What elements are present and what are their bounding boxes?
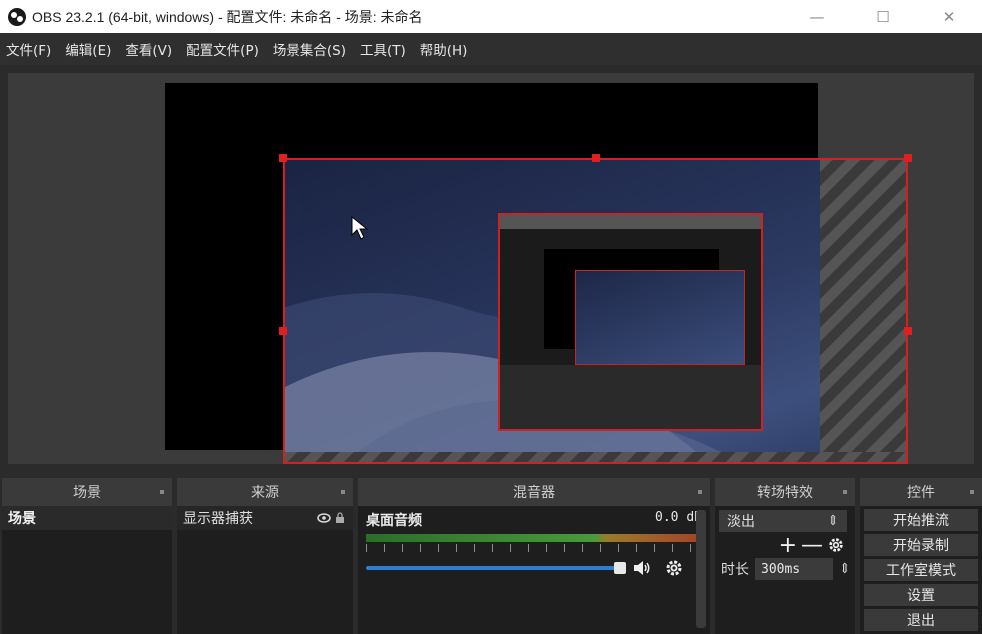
gear-icon[interactable]: [827, 536, 845, 554]
gear-icon[interactable]: [664, 558, 684, 578]
duration-label: 时长: [721, 562, 749, 578]
scenes-dock-header: 场景: [2, 478, 172, 506]
track-db-readout: 0.0 dB: [655, 510, 702, 525]
mixer-title: 混音器: [513, 485, 555, 501]
meter-scale: [366, 544, 702, 552]
chevron-updown-icon: ⇕: [827, 513, 839, 529]
scene-item[interactable]: 场景: [2, 506, 172, 530]
scenes-list[interactable]: 场景: [2, 506, 172, 634]
minus-icon[interactable]: —: [801, 533, 823, 558]
dock-float-icon[interactable]: [341, 490, 345, 494]
duration-row: 时长 300ms ⇕: [715, 558, 855, 580]
transition-select-value: 淡出: [727, 514, 755, 530]
title-bar: OBS 23.2.1 (64-bit, windows) - 配置文件: 未命名…: [0, 0, 982, 33]
studio-mode-button[interactable]: 工作室模式: [864, 559, 978, 581]
resize-handle-left[interactable]: [279, 327, 287, 335]
mixer-dock: 混音器 桌面音频 0.0 dB: [358, 478, 710, 634]
menu-profile[interactable]: 配置文件(P): [186, 39, 259, 59]
menu-tools[interactable]: 工具(T): [360, 39, 406, 59]
volume-slider[interactable]: [366, 562, 626, 574]
mixer-scrollbar[interactable]: [696, 510, 706, 628]
spin-icon[interactable]: ⇕: [839, 561, 851, 577]
track-name: 桌面音频: [366, 513, 422, 529]
transitions-title: 转场特效: [757, 485, 813, 501]
maximize-button[interactable]: ☐: [850, 0, 916, 33]
settings-button[interactable]: 设置: [864, 584, 978, 606]
start-streaming-button[interactable]: 开始推流: [864, 509, 978, 531]
resize-handle-top-left[interactable]: [279, 154, 287, 162]
transition-select[interactable]: 淡出 ⇕: [719, 510, 847, 532]
cursor-icon: [351, 215, 369, 240]
sources-list[interactable]: 显示器捕获: [177, 506, 353, 634]
transition-tools: + —: [715, 532, 855, 558]
track-header: 桌面音频 0.0 dB: [366, 510, 702, 530]
transitions-dock: 转场特效 淡出 ⇕ + — 时长 300ms ⇕: [715, 478, 855, 634]
controls-title: 控件: [907, 485, 935, 501]
dock-area: 场景 场景 来源 显示器捕获 混音器 桌面音频 0.0 dB 转场特效 淡出 ⇕…: [0, 478, 982, 634]
obs-logo-icon: [8, 7, 26, 26]
volume-slider-handle[interactable]: [614, 562, 626, 574]
scenes-title: 场景: [73, 485, 101, 501]
scenes-dock: 场景 场景: [2, 478, 172, 634]
source-item-actions: [317, 512, 345, 524]
speaker-icon[interactable]: [632, 558, 652, 578]
window-title: OBS 23.2.1 (64-bit, windows) - 配置文件: 未命名…: [32, 8, 423, 25]
dock-float-icon[interactable]: [698, 490, 702, 494]
controls-body: 开始推流 开始录制 工作室模式 设置 退出: [860, 509, 982, 634]
controls-dock-header: 控件: [860, 478, 982, 506]
fader-row: [366, 558, 702, 578]
dock-float-icon[interactable]: [843, 490, 847, 494]
window-controls: — ☐ ✕: [784, 0, 982, 33]
preview-area[interactable]: [8, 73, 974, 464]
transitions-body: 淡出 ⇕ + — 时长 300ms ⇕: [715, 510, 855, 634]
menu-edit[interactable]: 编辑(E): [65, 39, 111, 59]
close-button[interactable]: ✕: [916, 0, 982, 33]
minimize-button[interactable]: —: [784, 0, 850, 33]
duration-input[interactable]: 300ms: [755, 558, 833, 580]
menu-view[interactable]: 查看(V): [125, 39, 172, 59]
volume-meter: [366, 534, 702, 542]
dock-float-icon[interactable]: [970, 490, 974, 494]
sources-dock: 来源 显示器捕获: [177, 478, 353, 634]
source-item-label: 显示器捕获: [183, 511, 253, 527]
resize-handle-right[interactable]: [904, 327, 912, 335]
transitions-dock-header: 转场特效: [715, 478, 855, 506]
exit-button[interactable]: 退出: [864, 609, 978, 631]
start-recording-button[interactable]: 开始录制: [864, 534, 978, 556]
source-item[interactable]: 显示器捕获: [177, 506, 353, 530]
sources-title: 来源: [251, 485, 279, 501]
audio-track: 桌面音频 0.0 dB: [358, 506, 710, 582]
menu-file[interactable]: 文件(F): [6, 39, 51, 59]
dock-float-icon[interactable]: [160, 490, 164, 494]
resize-handle-top-right[interactable]: [904, 154, 912, 162]
mixer-body: 桌面音频 0.0 dB: [358, 506, 710, 634]
eye-icon[interactable]: [317, 513, 331, 523]
menu-bar: 文件(F) 编辑(E) 查看(V) 配置文件(P) 场景集合(S) 工具(T) …: [0, 33, 982, 65]
plus-icon[interactable]: +: [779, 533, 797, 558]
source-selection-box[interactable]: [283, 158, 908, 464]
controls-dock: 控件 开始推流 开始录制 工作室模式 设置 退出: [860, 478, 982, 634]
sources-dock-header: 来源: [177, 478, 353, 506]
lock-icon[interactable]: [335, 512, 345, 524]
mixer-dock-header: 混音器: [358, 478, 710, 506]
menu-help[interactable]: 帮助(H): [420, 39, 468, 59]
resize-handle-top[interactable]: [592, 154, 600, 162]
menu-scene-collection[interactable]: 场景集合(S): [273, 39, 346, 59]
